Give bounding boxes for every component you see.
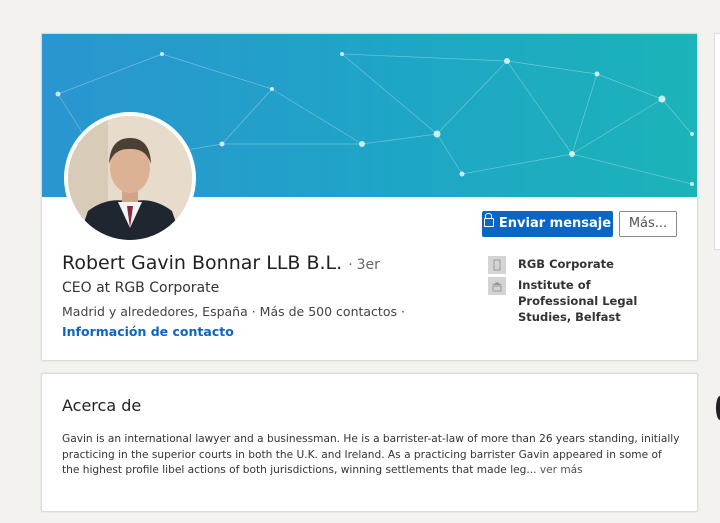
see-more-link[interactable]: ver más <box>536 464 583 476</box>
connection-degree: 3er <box>356 257 380 273</box>
org-name: Institute of Professional Legal Studies,… <box>518 278 638 324</box>
send-message-button[interactable]: Enviar mensaje <box>482 211 613 237</box>
more-button[interactable]: Más... <box>619 211 677 237</box>
about-text: Gavin is an international lawyer and a b… <box>62 432 682 479</box>
sidebar-avatar-edge <box>716 396 720 420</box>
send-message-label: Enviar mensaje <box>498 216 612 231</box>
right-sidebar-card-edge <box>714 33 720 250</box>
school-icon <box>488 277 506 295</box>
name-line: Robert Gavin Bonnar LLB B.L. · 3er <box>62 252 380 274</box>
about-card: Acerca de Gavin is an international lawy… <box>41 373 698 512</box>
about-title: Acerca de <box>62 396 142 415</box>
profile-avatar[interactable] <box>64 112 196 244</box>
org-name: RGB Corporate <box>518 257 614 271</box>
location-and-connections: Madrid y alrededores, España · Más de 50… <box>62 304 405 319</box>
about-body: Gavin is an international lawyer and a b… <box>62 433 680 476</box>
profile-name: Robert Gavin Bonnar LLB B.L. <box>62 252 343 274</box>
lock-icon <box>483 213 494 227</box>
contact-info-link[interactable]: Información de contacto <box>62 324 234 339</box>
profile-photo <box>68 116 192 240</box>
profile-card: Enviar mensaje Más... Robert Gavin Bonna… <box>41 33 698 361</box>
degree-separator: · <box>348 257 353 273</box>
profile-headline: CEO at RGB Corporate <box>62 280 220 296</box>
building-icon <box>488 256 506 274</box>
